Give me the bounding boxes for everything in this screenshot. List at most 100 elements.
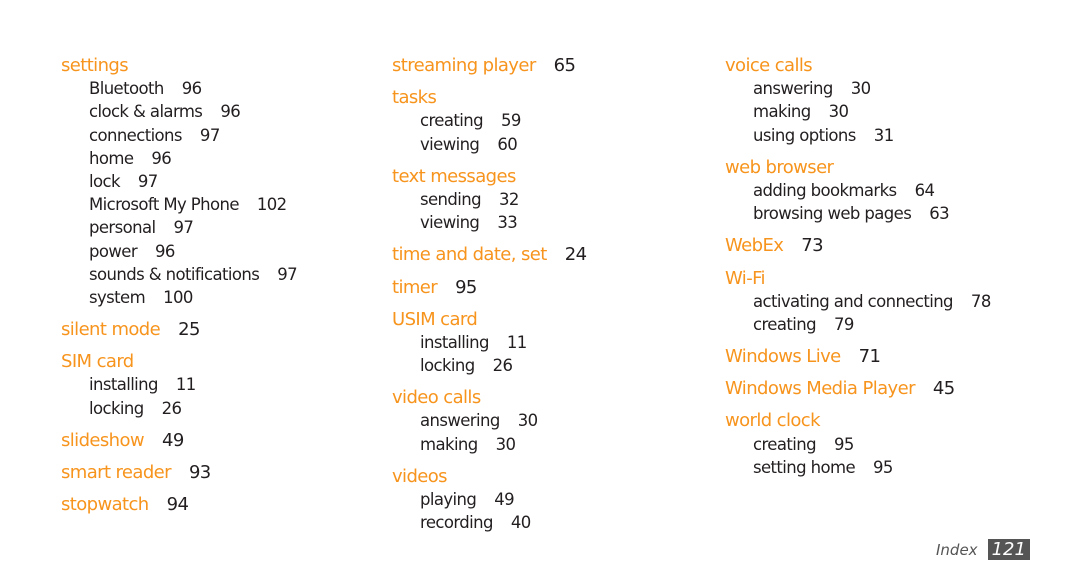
index-page-number: 73: [801, 235, 823, 257]
index-subterm: creating 79: [725, 313, 1045, 336]
index-page-number: 32: [499, 189, 519, 209]
index-entry: video calls answering 30 making 30: [392, 386, 712, 456]
index-page-number: 26: [161, 398, 182, 418]
index-page-number: 102: [256, 195, 287, 215]
index-term-label: tasks: [392, 87, 437, 109]
index-term: smart reader 93: [61, 461, 381, 484]
index-subterm-label: setting home: [753, 457, 856, 477]
index-entry: time and date, set 24: [392, 243, 712, 266]
index-subterm-label: power: [89, 241, 138, 261]
index-page-number: 100: [163, 287, 193, 307]
index-subterm-label: activating and connecting: [753, 291, 954, 311]
index-term: streaming player 65: [392, 54, 712, 77]
index-subterm-label: connections: [89, 125, 183, 145]
index-subterm: lock 97: [61, 170, 381, 193]
index-page-number: 30: [495, 434, 516, 454]
index-entry: USIM card installing 11 locking 26: [392, 308, 712, 378]
index-term-label: text messages: [392, 165, 516, 187]
index-entry: stopwatch 94: [61, 493, 381, 516]
index-term: voice calls: [725, 54, 1045, 77]
index-term: silent mode 25: [61, 318, 381, 341]
index-subterm: locking 26: [392, 354, 712, 377]
index-page-number: 40: [510, 513, 531, 533]
index-subterm: connections 97: [61, 124, 381, 147]
index-entry: world clock creating 95 setting home 95: [725, 409, 1045, 479]
index-column-2: streaming player 65 tasks creating 59 viewing…: [392, 54, 712, 543]
index-subterm-label: using options: [753, 125, 856, 145]
index-page-number: 30: [828, 102, 849, 122]
index-term: stopwatch 94: [61, 493, 381, 516]
index-subterm-label: creating: [753, 314, 817, 334]
index-term: text messages: [392, 165, 712, 188]
index-subterm: sounds & notifications 97: [61, 263, 381, 286]
index-term: Windows Live 71: [725, 345, 1045, 368]
index-subterm-label: viewing: [420, 134, 480, 154]
index-term: world clock: [725, 409, 1045, 432]
index-term: slideshow 49: [61, 429, 381, 452]
index-term-label: voice calls: [725, 55, 813, 76]
index-entry: silent mode 25: [61, 318, 381, 341]
index-page-number: 33: [497, 213, 518, 233]
index-page-number: 93: [188, 462, 211, 483]
index-subterm-label: installing: [420, 332, 490, 352]
index-entry: SIM card installing 11 locking 26: [61, 350, 381, 420]
index-page-number: 11: [175, 375, 196, 395]
index-subterm: home 96: [61, 147, 381, 170]
index-subterm-label: sending: [420, 189, 482, 209]
index-page-number: 95: [455, 276, 477, 298]
index-subterm: creating 59: [392, 109, 712, 132]
index-entry: web browser adding bookmarks 64 browsing we…: [725, 156, 1045, 226]
page-footer: Index 121: [936, 539, 1030, 560]
index-subterm-label: making: [753, 102, 811, 122]
index-entry: slideshow 49: [61, 429, 381, 452]
index-term: USIM card: [392, 308, 712, 331]
index-page-number: 30: [517, 411, 538, 431]
index-subterm: playing 49: [392, 488, 712, 511]
index-term-label: stopwatch: [61, 494, 149, 516]
index-page-number: 95: [873, 457, 893, 477]
index-subterm: making 30: [725, 100, 1045, 123]
index-term: SIM card: [61, 350, 381, 373]
index-subterm: sending 32: [392, 188, 712, 211]
index-entry: voice calls answering 30 making 30 using opti…: [725, 54, 1045, 147]
index-subterm-label: viewing: [420, 213, 480, 233]
index-term: time and date, set 24: [392, 243, 712, 266]
index-entry: Windows Live 71: [725, 345, 1045, 368]
index-subterm-label: answering: [753, 79, 833, 99]
index-subterm-label: creating: [753, 434, 817, 454]
index-subterm-label: Bluetooth: [89, 79, 164, 99]
index-column-1: settings Bluetooth 96 clock & alarms 96 conne…: [61, 54, 381, 525]
index-subterm-label: sounds & notifications: [89, 264, 260, 284]
index-subterm: installing 11: [392, 331, 712, 354]
index-page-number: 71: [858, 346, 881, 368]
index-subterm: adding bookmarks 64: [725, 179, 1045, 202]
index-term-label: Windows Live: [725, 346, 841, 368]
index-page-number: 49: [162, 429, 184, 451]
index-entry: text messages sending 32 viewing 33: [392, 165, 712, 235]
index-subterm: answering 30: [725, 77, 1045, 100]
index-entry: videos playing 49 recording 40: [392, 465, 712, 535]
index-subterm-label: playing: [420, 490, 477, 509]
index-term-label: smart reader: [61, 462, 172, 483]
index-subterm: personal 97: [61, 216, 381, 239]
index-entry: timer 95: [392, 276, 712, 299]
index-subterm: answering 30: [392, 409, 712, 432]
index-term-label: Windows Media Player: [725, 378, 915, 400]
index-page-number: 94: [166, 494, 189, 516]
index-column-3: voice calls answering 30 making 30 using opti…: [725, 54, 1045, 488]
index-term: timer 95: [392, 276, 712, 299]
index-subterm-label: browsing web pages: [753, 204, 912, 224]
index-subterm: viewing 33: [392, 211, 712, 234]
index-term-label: timer: [392, 276, 438, 298]
index-term: video calls: [392, 386, 712, 409]
index-entry: Windows Media Player 45: [725, 377, 1045, 400]
index-subterm: system 100: [61, 286, 381, 309]
index-subterm: Bluetooth 96: [61, 77, 381, 100]
index-page-number: 25: [178, 319, 200, 341]
index-page-number: 97: [277, 264, 298, 284]
index-subterm-label: personal: [89, 218, 156, 238]
index-subterm: setting home 95: [725, 456, 1045, 479]
index-page-number: 49: [494, 490, 515, 509]
index-page-number: 60: [497, 134, 518, 154]
index-page-number: 97: [199, 125, 220, 145]
